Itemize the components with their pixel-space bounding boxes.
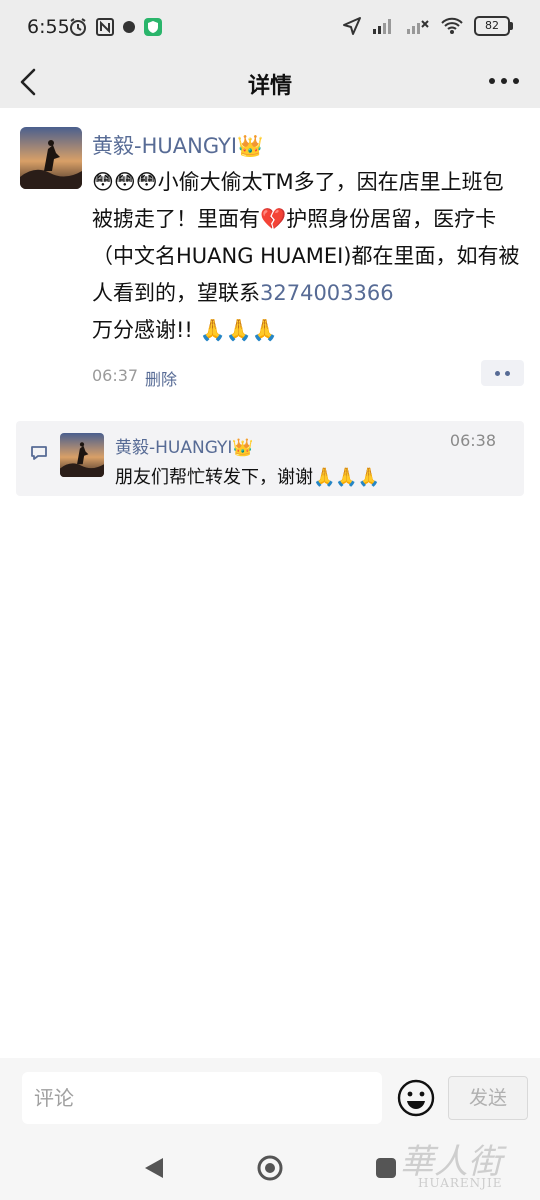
delete-button[interactable]: 删除 <box>145 366 177 390</box>
nfc-icon <box>96 18 114 36</box>
comment-author-name[interactable]: 黄毅-HUANGYI👑 <box>115 433 254 458</box>
watermark-logo: 華人街 HUARENJIE <box>392 1132 532 1196</box>
comment-avatar[interactable] <box>60 433 104 477</box>
post-content: 😳😳😳小偷大偷太TM多了，因在店里上班包被掳走了！里面有💔护照身份居留，医疗卡（… <box>92 164 524 349</box>
nav-bar: 详情 <box>0 56 540 108</box>
status-icons-left <box>68 17 162 37</box>
avatar[interactable] <box>20 127 82 189</box>
notification-dot-icon <box>123 21 135 33</box>
emoji-icon[interactable] <box>396 1078 436 1118</box>
system-home-icon[interactable] <box>256 1154 284 1182</box>
alarm-icon <box>70 18 86 36</box>
system-back-icon[interactable] <box>143 1156 165 1180</box>
status-icons-right: 82 <box>342 16 513 36</box>
shield-app-icon <box>144 18 162 36</box>
comment-text: 朋友们帮忙转发下，谢谢🙏🙏🙏 <box>115 467 381 488</box>
comment-timestamp: 06:38 <box>449 431 496 450</box>
comment-input[interactable] <box>22 1072 382 1124</box>
dot-icon <box>505 370 510 376</box>
post-author-name[interactable]: 黄毅-HUANGYI👑 <box>92 130 263 160</box>
post-actions-button[interactable] <box>481 360 524 386</box>
dot-icon <box>495 370 500 376</box>
page-title: 详情 <box>247 74 292 99</box>
signal-x-icon <box>407 20 429 34</box>
post-text-part2: 万分感谢!! 🙏🙏🙏 <box>92 318 278 342</box>
location-icon <box>343 17 361 35</box>
post-timestamp: 06:37 <box>92 366 139 385</box>
comment-input-bar: 发送 <box>0 1058 540 1138</box>
signal-icon <box>373 19 391 34</box>
phone-link[interactable]: 3274003366 <box>260 281 394 305</box>
status-time: 6:55 <box>27 16 70 38</box>
status-bar: 6:55 82 <box>0 0 540 56</box>
watermark-subtext: HUARENJIE <box>418 1176 503 1190</box>
comment-bubble-icon <box>31 446 47 460</box>
comment-section: 黄毅-HUANGYI👑 06:38 朋友们帮忙转发下，谢谢🙏🙏🙏 <box>16 421 524 496</box>
more-options-icon[interactable] <box>486 66 522 96</box>
send-button[interactable]: 发送 <box>448 1076 528 1120</box>
wifi-icon <box>441 17 463 34</box>
battery-icon: 82 <box>474 16 513 36</box>
